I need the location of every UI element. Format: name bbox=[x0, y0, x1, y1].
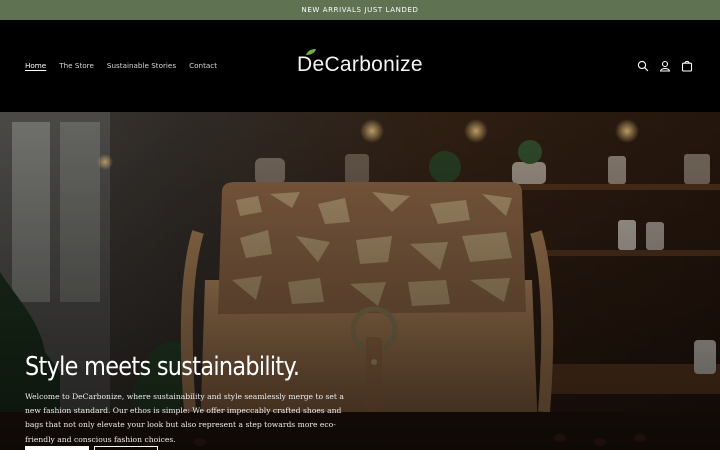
nav-the-store[interactable]: The Store bbox=[59, 61, 94, 70]
cart-icon[interactable] bbox=[681, 60, 693, 72]
hero-buttons bbox=[25, 446, 158, 450]
logo-text-de: De bbox=[297, 49, 324, 77]
nav-home[interactable]: Home bbox=[25, 61, 46, 70]
hero-banner: Style meets sustainability. Welcome to D… bbox=[0, 112, 720, 450]
leaf-icon bbox=[306, 49, 316, 55]
announcement-bar: NEW ARRIVALS JUST LANDED bbox=[0, 0, 720, 20]
hero-description: Welcome to DeCarbonize, where sustainabi… bbox=[25, 392, 344, 444]
hero-content: Style meets sustainability. Welcome to D… bbox=[25, 352, 370, 447]
main-nav: Home The Store Sustainable Stories Conta… bbox=[25, 61, 217, 70]
logo-text-carbonize: Carbonize bbox=[324, 53, 423, 76]
site-header: Home The Store Sustainable Stories Conta… bbox=[0, 20, 720, 112]
nav-sustainable-stories[interactable]: Sustainable Stories bbox=[107, 61, 176, 70]
hero-secondary-button[interactable] bbox=[94, 446, 158, 450]
announcement-text: NEW ARRIVALS JUST LANDED bbox=[301, 6, 419, 14]
account-icon[interactable] bbox=[659, 60, 671, 72]
header-icons bbox=[637, 60, 693, 72]
nav-contact[interactable]: Contact bbox=[189, 61, 217, 70]
hero-title: Style meets sustainability. bbox=[25, 352, 300, 382]
search-icon[interactable] bbox=[637, 60, 649, 72]
hero-primary-button[interactable] bbox=[25, 446, 89, 450]
logo[interactable]: De Carbonize bbox=[297, 49, 423, 77]
